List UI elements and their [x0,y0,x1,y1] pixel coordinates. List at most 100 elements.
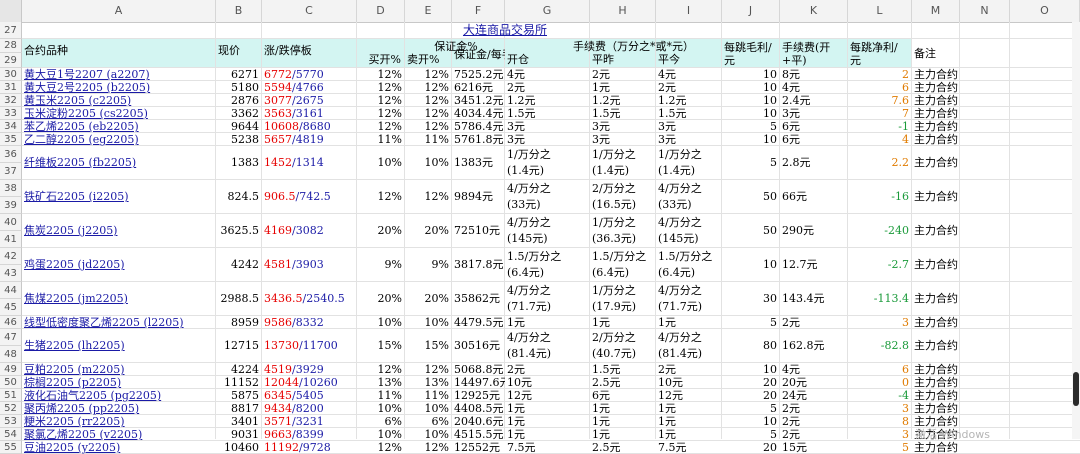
fee-close-today[interactable]: 10元 [656,376,722,389]
tick-gross-profit[interactable]: 10 [722,248,780,282]
contract-name[interactable]: 豆油2205 (y2205) [22,441,216,454]
tick-gross-profit[interactable]: 20 [722,389,780,402]
note[interactable]: 主力合约 [912,214,960,248]
fee-close-today[interactable]: 1.2元 [656,94,722,107]
fee-close-today[interactable]: 4/万分之 (33元) [656,180,722,214]
note[interactable]: 主力合约 [912,120,960,133]
tick-net-profit[interactable]: 8 [848,415,912,428]
margin-per-lot[interactable]: 12552元 [452,441,505,454]
tick-gross-profit[interactable]: 10 [722,94,780,107]
tick-net-profit[interactable]: 4 [848,133,912,146]
limit-up-down[interactable]: 3077/2675 [262,94,357,107]
fee-close-yesterday[interactable]: 2元 [590,68,656,81]
tick-net-profit[interactable]: -16 [848,180,912,214]
tick-gross-profit[interactable]: 80 [722,329,780,363]
sell-open-margin[interactable]: 20% [405,282,452,316]
fee-close-today[interactable]: 7.5元 [656,441,722,454]
column-header-L[interactable]: L [848,0,912,22]
column-header-D[interactable]: D [357,0,405,22]
fee-close-today[interactable]: 12元 [656,389,722,402]
sell-open-margin[interactable]: 12% [405,363,452,376]
fee-close-yesterday[interactable]: 1元 [590,81,656,94]
limit-up-down[interactable]: 6772/5770 [262,68,357,81]
buy-open-margin[interactable]: 12% [357,68,405,81]
sell-open-margin[interactable]: 10% [405,146,452,180]
sell-open-margin[interactable]: 13% [405,376,452,389]
header-fee-oc-2[interactable]: +平) [780,54,848,67]
current-price[interactable]: 12715 [216,329,262,363]
tick-gross-profit[interactable]: 20 [722,376,780,389]
fee-open[interactable]: 3元 [505,133,590,146]
contract-name[interactable]: 鸡蛋2205 (jd2205) [22,248,216,282]
header-sell-open[interactable]: 卖开% [405,53,452,67]
margin-per-lot[interactable]: 4034.4元 [452,107,505,120]
fee-open-close[interactable]: 143.4元 [780,282,848,316]
tick-net-profit[interactable]: 2.2 [848,146,912,180]
contract-name[interactable]: 焦煤2205 (jm2205) [22,282,216,316]
tick-net-profit[interactable]: -1 [848,120,912,133]
current-price[interactable]: 11152 [216,376,262,389]
fee-close-yesterday[interactable]: 3元 [590,133,656,146]
header-tick-gross-2[interactable]: 元 [722,54,780,67]
fee-close-yesterday[interactable]: 2.5元 [590,441,656,454]
contract-name[interactable]: 铁矿石2205 (i2205) [22,180,216,214]
sell-open-margin[interactable]: 11% [405,133,452,146]
buy-open-margin[interactable]: 10% [357,146,405,180]
current-price[interactable]: 6271 [216,68,262,81]
tick-net-profit[interactable]: -2.7 [848,248,912,282]
margin-per-lot[interactable]: 12925元 [452,389,505,402]
tick-gross-profit[interactable]: 50 [722,214,780,248]
current-price[interactable]: 4224 [216,363,262,376]
buy-open-margin[interactable]: 10% [357,428,405,441]
contract-name[interactable]: 黄大豆1号2207 (a2207) [22,68,216,81]
note[interactable]: 主力合约 [912,146,960,180]
row-number[interactable]: 46 [0,316,22,329]
fee-close-today[interactable]: 4/万分之 (81.4元) [656,329,722,363]
header-open[interactable]: 开仓 [505,53,590,67]
fee-open-close[interactable]: 290元 [780,214,848,248]
contract-name[interactable]: 聚丙烯2205 (pp2205) [22,402,216,415]
fee-open-close[interactable]: 2元 [780,415,848,428]
fee-open[interactable]: 4元 [505,68,590,81]
fee-close-today[interactable]: 4元 [656,68,722,81]
note[interactable]: 主力合约 [912,94,960,107]
row-number[interactable]: 39 [0,197,22,214]
margin-per-lot[interactable]: 72510元 [452,214,505,248]
current-price[interactable]: 2988.5 [216,282,262,316]
limit-up-down[interactable]: 4169/3082 [262,214,357,248]
fee-open-close[interactable]: 2.8元 [780,146,848,180]
tick-net-profit[interactable]: -4 [848,389,912,402]
buy-open-margin[interactable]: 11% [357,133,405,146]
buy-open-margin[interactable]: 12% [357,180,405,214]
fee-open[interactable]: 12元 [505,389,590,402]
row-number[interactable]: 42 [0,248,22,265]
fee-open-close[interactable]: 20元 [780,376,848,389]
row-number[interactable]: 53 [0,415,22,428]
fee-close-yesterday[interactable]: 1.5元 [590,363,656,376]
note[interactable]: 主力合约 [912,389,960,402]
tick-gross-profit[interactable]: 5 [722,428,780,441]
buy-open-margin[interactable]: 20% [357,214,405,248]
buy-open-margin[interactable]: 10% [357,316,405,329]
tick-gross-profit[interactable]: 10 [722,107,780,120]
note[interactable]: 主力合约 [912,180,960,214]
limit-up-down[interactable]: 3571/3231 [262,415,357,428]
contract-name[interactable]: 苯乙烯2205 (eb2205) [22,120,216,133]
fee-close-yesterday[interactable]: 1元 [590,316,656,329]
header-close-yesterday[interactable]: 平昨 [590,53,656,67]
tick-gross-profit[interactable]: 30 [722,282,780,316]
note[interactable]: 主力合约 [912,376,960,389]
buy-open-margin[interactable]: 12% [357,363,405,376]
fee-open[interactable]: 1.2元 [505,94,590,107]
fee-close-yesterday[interactable]: 3元 [590,120,656,133]
contract-name[interactable]: 粳米2205 (rr2205) [22,415,216,428]
contract-name[interactable]: 乙二醇2205 (eg2205) [22,133,216,146]
limit-up-down[interactable]: 11192/9728 [262,441,357,454]
fee-open[interactable]: 2元 [505,81,590,94]
fee-open[interactable]: 1元 [505,428,590,441]
tick-gross-profit[interactable]: 10 [722,415,780,428]
margin-per-lot[interactable]: 5786.4元 [452,120,505,133]
note[interactable]: 主力合约 [912,441,960,454]
fee-open[interactable]: 1/万分之 (1.4元) [505,146,590,180]
row-number[interactable]: 30 [0,68,22,81]
